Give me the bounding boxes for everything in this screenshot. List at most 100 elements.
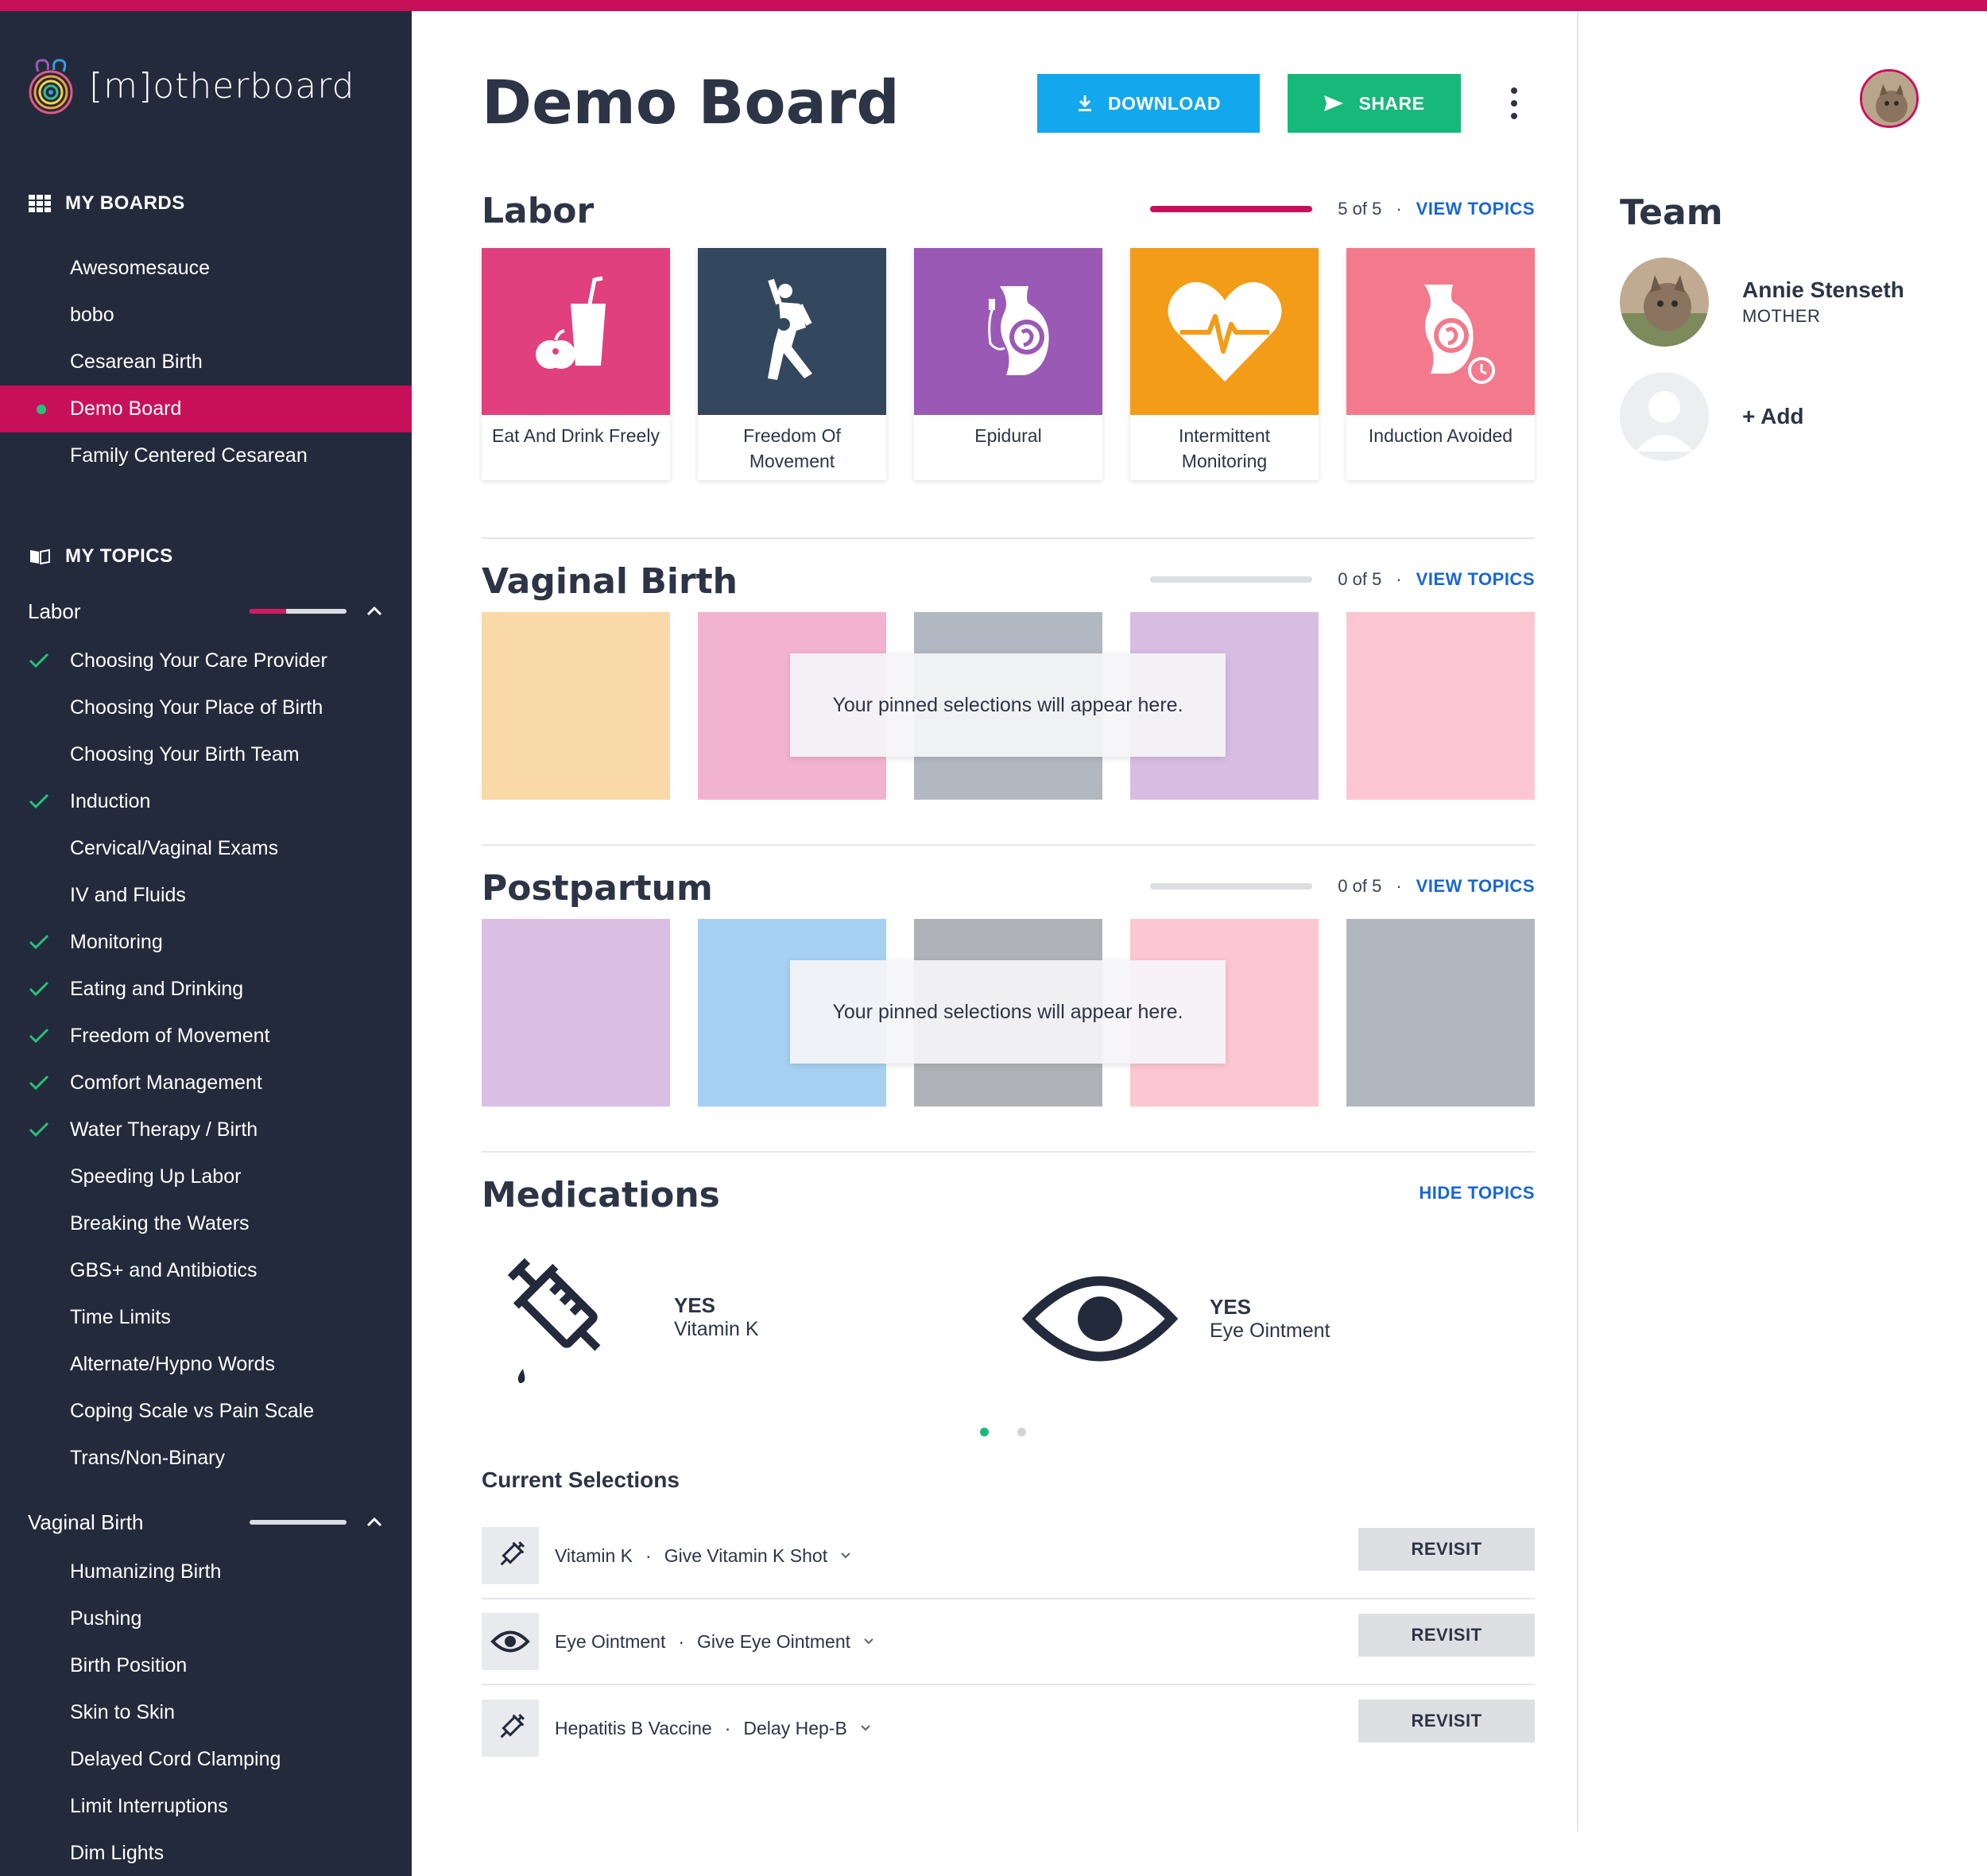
section-divider — [482, 537, 1535, 539]
topic-item[interactable]: Eating and Drinking — [0, 966, 412, 1013]
section-postpartum: Postpartum 0 of 5 · VIEW TOPICS Your pin… — [482, 868, 1535, 1122]
topic-item[interactable]: Cervical/Vaginal Exams — [0, 825, 412, 872]
topic-item[interactable]: Pushing — [0, 1595, 412, 1642]
topic-item-label: Induction — [70, 790, 151, 812]
card-art — [698, 248, 886, 415]
medication-item[interactable]: YES Eye Ointment — [1022, 1267, 1330, 1370]
pinned-card[interactable]: Freedom Of Movement — [698, 248, 886, 480]
topic-item-label: Monitoring — [70, 931, 163, 953]
topic-group-vaginal-birth: Vaginal Birth Humanizing Birth Pushing Bir… — [0, 1496, 412, 1876]
topic-item[interactable]: Humanizing Birth — [0, 1548, 412, 1595]
section-title: Vaginal Birth — [482, 561, 738, 602]
topic-item[interactable]: IV and Fluids — [0, 872, 412, 919]
topic-item-label: Coping Scale vs Pain Scale — [70, 1400, 315, 1422]
topic-item[interactable]: Time Limits — [0, 1294, 412, 1341]
topic-item[interactable]: Birth Position — [0, 1642, 412, 1689]
carousel-dot-active[interactable] — [980, 1428, 989, 1436]
section-count: 5 of 5 — [1338, 199, 1382, 219]
carousel-dot[interactable] — [1017, 1428, 1026, 1436]
topic-item[interactable]: Choosing Your Birth Team — [0, 731, 412, 778]
team-member[interactable]: Annie Stenseth MOTHER — [1620, 258, 1904, 347]
section-title: Medications — [482, 1175, 720, 1215]
topic-item[interactable]: Alternate/Hypno Words — [0, 1341, 412, 1388]
chevron-up-icon[interactable] — [366, 1514, 383, 1531]
view-topics-link[interactable]: VIEW TOPICS — [1416, 569, 1535, 590]
board-item-family-centered-cesarean[interactable]: Family Centered Cesarean — [0, 432, 412, 479]
main-content: Demo Board DOWNLOAD SHARE Labor 5 of 5 ·… — [412, 11, 1577, 1876]
topic-item[interactable]: Choosing Your Place of Birth — [0, 684, 412, 731]
topic-item[interactable]: Choosing Your Care Provider — [0, 638, 412, 684]
board-item-cesarean-birth[interactable]: Cesarean Birth — [0, 339, 412, 386]
medication-item[interactable]: YES Vitamin K — [491, 1242, 759, 1393]
topic-item[interactable]: Delayed Cord Clamping — [0, 1736, 412, 1783]
hide-topics-link[interactable]: HIDE TOPICS — [1419, 1183, 1535, 1204]
topic-item-label: Dim Lights — [70, 1842, 165, 1864]
topic-item-label: Birth Position — [70, 1654, 188, 1676]
revisit-button[interactable]: REVISIT — [1358, 1614, 1535, 1657]
section-count: 0 of 5 — [1338, 569, 1382, 589]
revisit-button[interactable]: REVISIT — [1358, 1528, 1535, 1571]
topic-item[interactable]: Speeding Up Labor — [0, 1153, 412, 1200]
board-item-bobo[interactable]: bobo — [0, 292, 412, 339]
selection-choice[interactable]: Give Eye Ointment — [697, 1631, 850, 1653]
topic-group-header-vaginal-birth[interactable]: Vaginal Birth — [0, 1496, 412, 1548]
topic-item[interactable]: GBS+ and Antibiotics — [0, 1247, 412, 1294]
pinned-card[interactable]: Epidural — [914, 248, 1102, 480]
chevron-up-icon[interactable] — [366, 603, 383, 620]
selection-choice[interactable]: Give Vitamin K Shot — [664, 1545, 827, 1567]
current-selections-title: Current Selections — [482, 1467, 680, 1492]
topic-item[interactable]: Induction — [0, 778, 412, 825]
team-panel: Team Annie Stenseth MOTHER + Add — [1577, 11, 1987, 1831]
topic-item[interactable]: Freedom of Movement — [0, 1013, 412, 1060]
board-item-label: Family Centered Cesarean — [70, 444, 308, 467]
chevron-down-icon[interactable] — [860, 1724, 871, 1732]
pinned-card[interactable]: Eat And Drink Freely — [482, 248, 670, 480]
view-topics-link[interactable]: VIEW TOPICS — [1416, 876, 1535, 897]
topic-item[interactable]: Limit Interruptions — [0, 1783, 412, 1830]
download-button[interactable]: DOWNLOAD — [1037, 74, 1260, 133]
medication-status: YES — [674, 1293, 716, 1317]
revisit-button[interactable]: REVISIT — [1358, 1700, 1535, 1742]
topic-item[interactable]: Monitoring — [0, 919, 412, 966]
topic-item[interactable]: Breaking the Waters — [0, 1200, 412, 1247]
pinned-cards: Eat And Drink Freely Freedom Of Movement — [482, 248, 1535, 480]
team-title: Team — [1620, 192, 1723, 233]
topic-item[interactable]: Comfort Management — [0, 1060, 412, 1107]
board-item-demo-board[interactable]: Demo Board — [0, 386, 412, 432]
empty-state-message: Your pinned selections will appear here. — [790, 653, 1226, 757]
board-item-awesomesauce[interactable]: Awesomesauce — [0, 245, 412, 292]
app-logo[interactable]: [m]otherboard — [27, 54, 354, 118]
cat-photo-icon — [1862, 72, 1916, 126]
medication-text: YES Vitamin K — [674, 1293, 759, 1341]
medication-name: Vitamin K — [674, 1318, 759, 1340]
pinned-card[interactable]: Induction Avoided — [1346, 248, 1535, 480]
add-member-label: + Add — [1742, 404, 1804, 428]
user-avatar[interactable] — [1860, 69, 1919, 128]
chevron-down-icon[interactable] — [863, 1638, 874, 1645]
add-team-member[interactable]: + Add — [1620, 372, 1804, 461]
topic-item[interactable]: Trans/Non-Binary — [0, 1435, 412, 1482]
topic-group-header-labor[interactable]: Labor — [0, 585, 412, 638]
board-list: Awesomesauce bobo Cesarean Birth Demo Bo… — [0, 245, 412, 479]
medication-text: YES Eye Ointment — [1210, 1295, 1330, 1343]
topic-item[interactable]: Coping Scale vs Pain Scale — [0, 1388, 412, 1435]
eye-icon — [490, 1630, 530, 1653]
section-meta: HIDE TOPICS — [1419, 1183, 1535, 1204]
topic-item[interactable]: Water Therapy / Birth — [0, 1107, 412, 1153]
heart-monitor-icon — [1167, 281, 1282, 382]
section-count: 0 of 5 — [1338, 876, 1382, 896]
topic-item[interactable]: Skin to Skin — [0, 1689, 412, 1736]
section-meta: 0 of 5 · VIEW TOPICS — [1150, 569, 1535, 590]
topic-item[interactable]: Dim Lights — [0, 1830, 412, 1876]
topic-item-label: Speeding Up Labor — [70, 1165, 242, 1188]
active-indicator-dot — [37, 405, 46, 414]
selection-choice[interactable]: Delay Hep-B — [743, 1718, 846, 1739]
chevron-down-icon[interactable] — [840, 1552, 851, 1560]
pinned-card[interactable]: Intermittent Monitoring — [1130, 248, 1319, 480]
topic-item-label: Freedom of Movement — [70, 1025, 270, 1047]
user-silhouette-icon — [1620, 372, 1709, 461]
share-button[interactable]: SHARE — [1288, 74, 1461, 133]
more-options-icon[interactable] — [1509, 87, 1520, 122]
card-label: Intermittent Monitoring — [1178, 425, 1271, 471]
view-topics-link[interactable]: VIEW TOPICS — [1416, 199, 1535, 219]
